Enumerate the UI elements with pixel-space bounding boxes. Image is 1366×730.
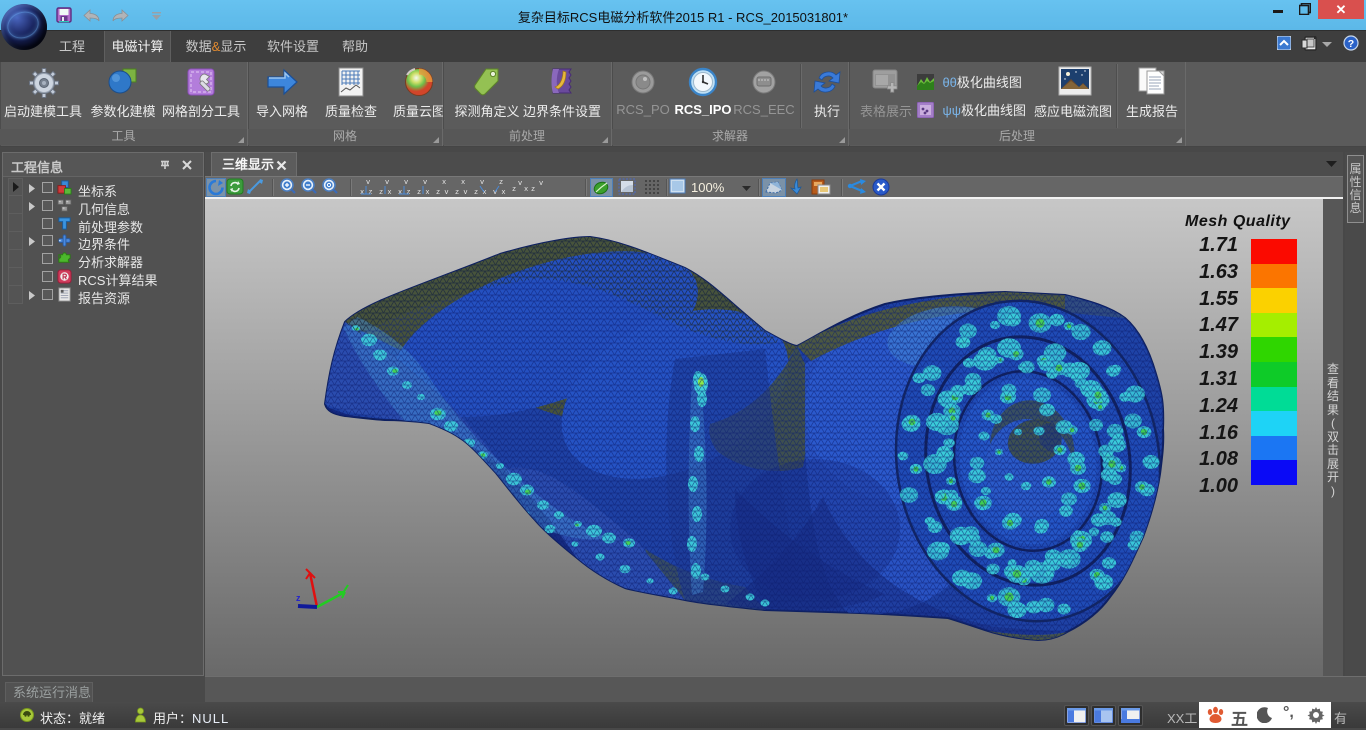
svg-text:v: v <box>518 180 522 188</box>
svg-text:v: v <box>539 180 543 188</box>
svg-text:z v: z v <box>455 189 468 197</box>
svg-text:z v: z v <box>436 189 449 197</box>
svg-text:?: ? <box>1348 38 1354 50</box>
svg-text:v x: v x <box>493 189 506 197</box>
svg-text:x: x <box>461 179 465 187</box>
svg-text:v: v <box>366 179 370 187</box>
svg-text:v: v <box>480 179 484 187</box>
svg-text:v: v <box>385 179 389 187</box>
svg-text:z: z <box>531 186 535 194</box>
svg-text:z: z <box>512 186 516 194</box>
svg-text:v: v <box>404 179 408 187</box>
svg-text:x: x <box>442 179 446 187</box>
svg-text:z: z <box>499 179 503 187</box>
svg-text:z x: z x <box>474 189 487 197</box>
svg-text:z: z <box>296 593 301 603</box>
svg-text:x: x <box>524 186 528 194</box>
svg-text:v: v <box>423 179 427 187</box>
